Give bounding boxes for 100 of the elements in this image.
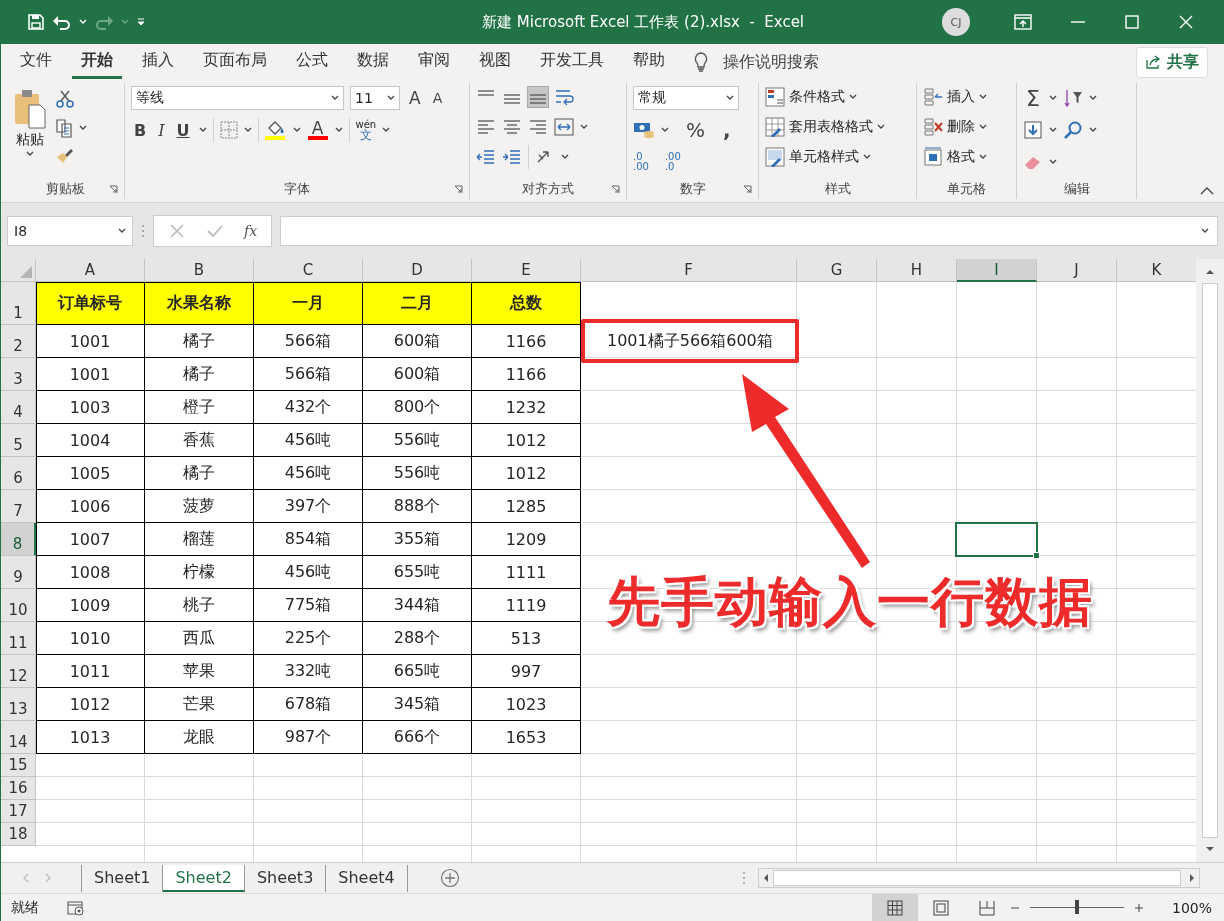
dialog-launcher-icon[interactable] — [109, 185, 118, 194]
merge-center-icon[interactable] — [554, 117, 574, 137]
vertical-scrollbar[interactable] — [1196, 259, 1224, 862]
row-header[interactable]: 9 — [1, 556, 36, 589]
customize-icon[interactable] — [136, 17, 146, 27]
row-header[interactable]: 2 — [1, 325, 36, 358]
delete-button[interactable]: 删除 — [923, 117, 987, 137]
increase-decimal-button[interactable]: .0 .00 — [633, 152, 649, 172]
dialog-launcher-icon[interactable] — [743, 185, 752, 194]
row-header[interactable]: 16 — [1, 777, 36, 800]
row-header[interactable]: 3 — [1, 358, 36, 391]
formula-input[interactable] — [280, 216, 1218, 246]
paste-button[interactable]: 粘贴 — [13, 85, 47, 179]
dialog-launcher-icon[interactable] — [611, 185, 620, 194]
normal-view-icon[interactable] — [886, 899, 903, 916]
phonetic-button[interactable]: wén 文 — [355, 119, 377, 141]
ribbon-tab[interactable]: 插入 — [133, 45, 183, 79]
ribbon-tab[interactable]: 文件 — [11, 45, 61, 79]
column-header[interactable]: B — [145, 259, 254, 282]
row-header[interactable]: 5 — [1, 424, 36, 457]
caret-icon[interactable] — [334, 127, 343, 133]
row-header[interactable]: 10 — [1, 589, 36, 622]
zoom-in-icon[interactable] — [1133, 902, 1144, 913]
row-header[interactable]: 6 — [1, 457, 36, 490]
zoom-slider[interactable] — [1074, 900, 1079, 914]
search-icon[interactable] — [1063, 120, 1083, 140]
ribbon-tab[interactable]: 页面布局 — [194, 45, 276, 79]
caret-icon[interactable] — [661, 127, 669, 133]
row-header[interactable]: 18 — [1, 823, 36, 846]
ribbon-tab[interactable]: 公式 — [287, 45, 337, 79]
sheet-tab[interactable]: Sheet3 — [244, 864, 327, 892]
add-sheet-icon[interactable] — [439, 868, 460, 888]
column-header[interactable]: C — [254, 259, 363, 282]
column-header[interactable]: H — [877, 259, 957, 282]
fill-color-icon[interactable] — [264, 120, 287, 140]
wrap-text-icon[interactable] — [554, 87, 574, 107]
row-header[interactable]: 8 — [1, 523, 36, 556]
row-header[interactable]: 11 — [1, 622, 36, 655]
dialog-launcher-icon[interactable] — [454, 185, 463, 194]
caret-icon[interactable] — [331, 95, 339, 101]
ribbon-tab[interactable]: 审阅 — [409, 45, 459, 79]
sort-filter-icon[interactable] — [1062, 88, 1083, 108]
increase-indent-icon[interactable] — [502, 147, 522, 167]
number-format-field[interactable]: 常规 — [633, 86, 739, 110]
share-button[interactable]: 共享 — [1136, 46, 1208, 78]
ribbon-tab[interactable]: 开发工具 — [531, 45, 613, 79]
percent-button[interactable]: % — [683, 118, 708, 142]
page-break-icon[interactable] — [978, 899, 995, 916]
align-right-icon[interactable] — [528, 117, 548, 137]
cell-styles-button[interactable]: 单元格样式 — [765, 147, 871, 167]
conditional-formatting-button[interactable]: 条件格式 — [765, 87, 857, 107]
caret-icon[interactable] — [1049, 127, 1057, 133]
copy-icon[interactable] — [55, 118, 73, 138]
format-button[interactable]: 格式 — [923, 147, 987, 167]
caret-icon[interactable] — [79, 125, 87, 131]
ribbon-display-icon[interactable] — [1014, 14, 1032, 30]
row-header[interactable]: 4 — [1, 391, 36, 424]
save-icon[interactable] — [27, 13, 45, 31]
caret-icon[interactable] — [561, 154, 569, 160]
caret-icon[interactable] — [26, 151, 34, 157]
column-header[interactable]: G — [797, 259, 877, 282]
align-left-icon[interactable] — [476, 117, 496, 137]
column-header[interactable]: K — [1117, 259, 1196, 282]
align-center-icon[interactable] — [502, 117, 522, 137]
close-icon[interactable] — [1178, 14, 1194, 30]
autosum-button[interactable]: Σ — [1023, 85, 1043, 111]
collapse-ribbon-icon[interactable] — [1200, 186, 1214, 196]
underline-button[interactable]: U — [173, 120, 193, 140]
horizontal-scrollbar[interactable] — [758, 868, 1200, 888]
sheet-tab[interactable]: Sheet4 — [326, 864, 408, 892]
selected-cell[interactable] — [955, 522, 1038, 557]
font-color-button[interactable]: A — [306, 120, 329, 140]
sheet-tab[interactable]: Sheet2 — [163, 864, 245, 892]
column-header[interactable]: D — [363, 259, 472, 282]
font-size-field[interactable]: 11 — [350, 86, 400, 110]
column-header[interactable]: A — [36, 259, 145, 282]
caret-icon[interactable] — [1088, 95, 1097, 101]
row-header[interactable]: 12 — [1, 655, 36, 688]
row-header[interactable]: 14 — [1, 721, 36, 754]
caret-icon[interactable] — [580, 124, 588, 130]
ribbon-tab[interactable]: 视图 — [470, 45, 520, 79]
ribbon-tab[interactable]: 帮助 — [624, 45, 674, 79]
lightbulb-icon[interactable] — [693, 51, 709, 73]
caret-icon[interactable] — [387, 95, 395, 101]
insert-function-button[interactable]: fx — [244, 223, 258, 239]
column-header[interactable]: F — [581, 259, 797, 282]
currency-icon[interactable] — [633, 121, 655, 139]
avatar[interactable]: CJ — [942, 8, 970, 36]
caret-icon[interactable] — [118, 228, 126, 234]
format-as-table-button[interactable]: 套用表格格式 — [765, 117, 885, 137]
row-header[interactable]: 13 — [1, 688, 36, 721]
caret-icon[interactable] — [1201, 228, 1209, 234]
scroll-thumb[interactable] — [1202, 283, 1218, 838]
caret-icon[interactable] — [243, 127, 252, 133]
bold-button[interactable]: B — [131, 120, 150, 140]
caret-icon[interactable] — [979, 94, 987, 100]
name-box[interactable]: I8 — [7, 216, 133, 246]
ribbon-tab[interactable]: 数据 — [348, 45, 398, 79]
row-header[interactable]: 17 — [1, 800, 36, 823]
comma-button[interactable]: , — [720, 118, 734, 142]
